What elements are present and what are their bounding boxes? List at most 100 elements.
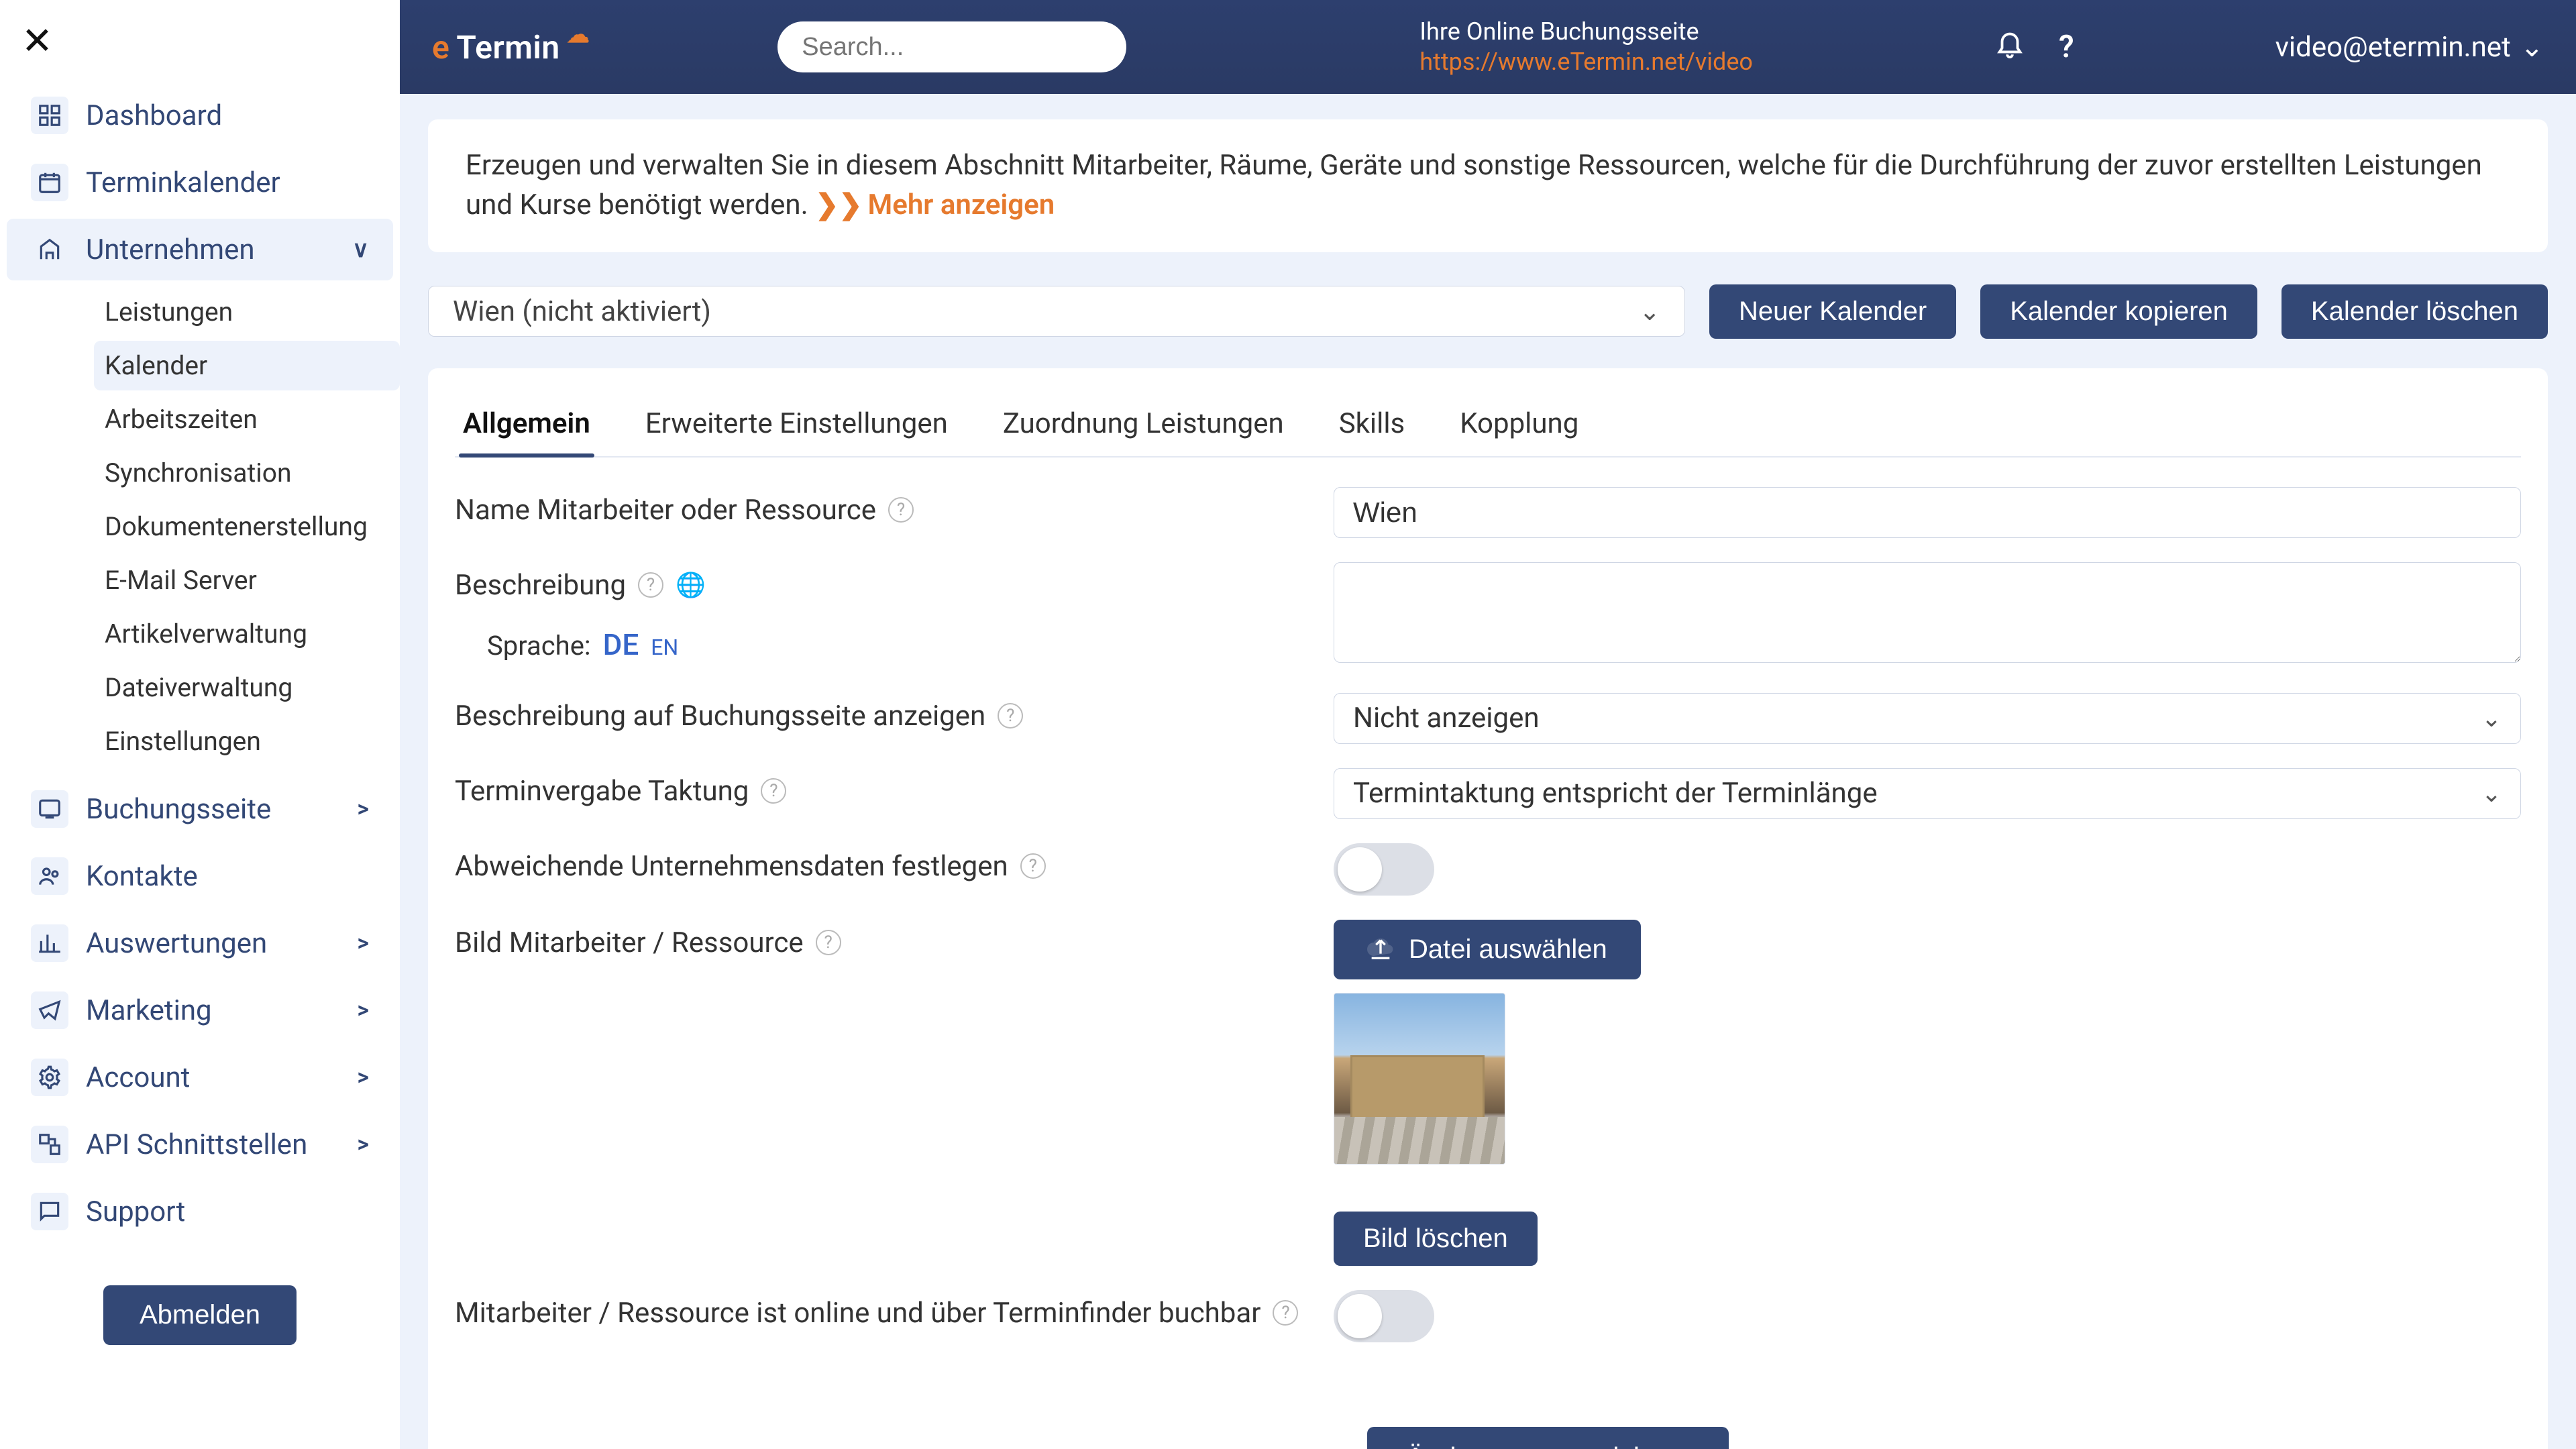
help-icon[interactable]: ? xyxy=(638,572,663,598)
close-icon[interactable]: ✕ xyxy=(21,19,53,63)
subnav-einstellungen[interactable]: Einstellungen xyxy=(94,716,400,766)
calendar-icon xyxy=(31,164,68,201)
subnav-kalender[interactable]: Kalender xyxy=(94,341,400,390)
image-label: Bild Mitarbeiter / Ressource xyxy=(455,926,804,959)
subnav-artikelverwaltung[interactable]: Artikelverwaltung xyxy=(94,609,400,659)
new-calendar-button[interactable]: Neuer Kalender xyxy=(1709,284,1956,339)
row-bookable: Mitarbeiter / Ressource ist online und ü… xyxy=(455,1290,2521,1342)
sidebar-item-dashboard[interactable]: Dashboard xyxy=(7,85,393,146)
description-textarea[interactable] xyxy=(1334,562,2521,663)
row-company-data: Abweichende Unternehmensdaten festlegen … xyxy=(455,843,2521,896)
logout-button[interactable]: Abmelden xyxy=(103,1285,297,1345)
support-icon xyxy=(31,1193,68,1230)
sidebar: ✕ Dashboard Terminkalender Unternehmen ∨… xyxy=(0,0,400,1449)
chevron-right-icon: > xyxy=(357,796,369,822)
help-icon[interactable]: ? xyxy=(2059,29,2074,65)
slot-select[interactable]: Termintaktung entspricht der Terminlänge… xyxy=(1334,768,2521,819)
marketing-icon xyxy=(31,991,68,1029)
tab-general[interactable]: Allgemein xyxy=(459,400,594,456)
sidebar-item-label: Dashboard xyxy=(86,99,222,132)
slot-value: Termintaktung entspricht der Terminlänge xyxy=(1353,777,1878,810)
chevron-down-icon: ⌄ xyxy=(1639,297,1660,327)
more-link[interactable]: ❯❯Mehr anzeigen xyxy=(815,189,1055,221)
globe-icon[interactable]: 🌐 xyxy=(676,571,706,599)
info-card: Erzeugen und verwalten Sie in diesem Abs… xyxy=(428,119,2548,252)
chevron-double-down-icon: ❯❯ xyxy=(815,189,862,221)
sidebar-item-label: Support xyxy=(86,1195,185,1228)
lang-en[interactable]: EN xyxy=(651,635,678,660)
help-icon[interactable]: ? xyxy=(816,930,841,955)
sidebar-item-booking[interactable]: Buchungsseite > xyxy=(7,778,393,840)
sidebar-item-support[interactable]: Support xyxy=(7,1181,393,1242)
sidebar-item-marketing[interactable]: Marketing > xyxy=(7,979,393,1041)
help-icon[interactable]: ? xyxy=(888,497,914,523)
topbar: eTermin☁ Ihre Online Buchungsseite https… xyxy=(400,0,2576,94)
sidebar-item-label: API Schnittstellen xyxy=(86,1128,307,1161)
subnav-dateiverwaltung[interactable]: Dateiverwaltung xyxy=(94,663,400,712)
more-label: Mehr anzeigen xyxy=(868,189,1055,221)
sidebar-item-api[interactable]: API Schnittstellen > xyxy=(7,1114,393,1175)
image-thumbnail xyxy=(1334,993,1505,1165)
sidebar-item-account[interactable]: Account > xyxy=(7,1046,393,1108)
subnav-synchronisation[interactable]: Synchronisation xyxy=(94,448,400,498)
reports-icon xyxy=(31,924,68,962)
company-data-toggle[interactable] xyxy=(1334,843,1434,896)
chevron-right-icon: > xyxy=(357,1131,369,1158)
tab-skills[interactable]: Skills xyxy=(1335,400,1409,456)
info-text: Erzeugen und verwalten Sie in diesem Abs… xyxy=(466,149,2482,221)
chevron-down-icon: ⌄ xyxy=(2481,704,2502,733)
save-button[interactable]: Änderungen speichern xyxy=(1367,1427,1729,1449)
panel: Allgemein Erweiterte Einstellungen Zuord… xyxy=(428,368,2548,1449)
choose-file-label: Datei auswählen xyxy=(1409,934,1607,965)
sidebar-item-company[interactable]: Unternehmen ∨ xyxy=(7,219,393,280)
dashboard-icon xyxy=(31,97,68,134)
delete-image-button[interactable]: Bild löschen xyxy=(1334,1212,1538,1266)
sidebar-item-label: Auswertungen xyxy=(86,927,267,960)
chevron-down-icon: ⌄ xyxy=(2520,30,2544,64)
cloud-icon: ☁ xyxy=(567,21,590,48)
account-icon xyxy=(31,1059,68,1096)
calendar-select[interactable]: Wien (nicht aktiviert) ⌄ xyxy=(428,286,1685,337)
lang-de[interactable]: DE xyxy=(603,627,639,662)
search-input[interactable] xyxy=(802,33,1102,62)
subnav-arbeitszeiten[interactable]: Arbeitszeiten xyxy=(94,394,400,444)
subnav-email-server[interactable]: E-Mail Server xyxy=(94,555,400,605)
desc-label: Beschreibung xyxy=(455,569,626,602)
main: eTermin☁ Ihre Online Buchungsseite https… xyxy=(400,0,2576,1449)
delete-calendar-button[interactable]: Kalender löschen xyxy=(2282,284,2548,339)
sidebar-item-contacts[interactable]: Kontakte xyxy=(7,845,393,907)
subnav-leistungen[interactable]: Leistungen xyxy=(94,287,400,337)
sidebar-item-label: Kontakte xyxy=(86,860,198,893)
help-icon[interactable]: ? xyxy=(1273,1300,1298,1326)
chevron-right-icon: > xyxy=(357,930,369,957)
search-box[interactable] xyxy=(777,21,1126,72)
booking-url[interactable]: https://www.eTermin.net/video xyxy=(1419,47,1753,77)
logo: eTermin☁ xyxy=(432,28,590,66)
help-icon[interactable]: ? xyxy=(1020,853,1046,879)
content: Erzeugen und verwalten Sie in diesem Abs… xyxy=(400,94,2576,1449)
tab-mapping[interactable]: Zuordnung Leistungen xyxy=(999,400,1288,456)
form: Name Mitarbeiter oder Ressource ? Beschr… xyxy=(455,458,2521,1449)
name-input[interactable] xyxy=(1334,487,2521,538)
tab-coupling[interactable]: Kopplung xyxy=(1456,400,1582,456)
bell-icon[interactable] xyxy=(1994,28,2025,66)
subnav-dokumentenerstellung[interactable]: Dokumentenerstellung xyxy=(94,502,400,551)
help-icon[interactable]: ? xyxy=(761,778,786,804)
choose-file-button[interactable]: Datei auswählen xyxy=(1334,920,1641,979)
lang-prefix: Sprache: xyxy=(487,630,591,661)
sidebar-item-reports[interactable]: Auswertungen > xyxy=(7,912,393,974)
logo-e: e xyxy=(432,28,449,66)
company-data-label: Abweichende Unternehmensdaten festlegen xyxy=(455,850,1008,883)
bookable-toggle[interactable] xyxy=(1334,1290,1434,1342)
sidebar-item-label: Account xyxy=(86,1061,190,1094)
sidebar-item-label: Marketing xyxy=(86,994,212,1027)
help-icon[interactable]: ? xyxy=(998,703,1023,729)
sidebar-item-label: Unternehmen xyxy=(86,233,255,266)
tab-advanced[interactable]: Erweiterte Einstellungen xyxy=(641,400,952,456)
sidebar-item-calendar[interactable]: Terminkalender xyxy=(7,152,393,213)
user-email: video@etermin.net xyxy=(2275,31,2511,64)
show-desc-select[interactable]: Nicht anzeigen ⌄ xyxy=(1334,693,2521,744)
user-menu[interactable]: video@etermin.net ⌄ xyxy=(2275,30,2544,64)
copy-calendar-button[interactable]: Kalender kopieren xyxy=(1980,284,2257,339)
show-desc-value: Nicht anzeigen xyxy=(1353,702,1540,735)
